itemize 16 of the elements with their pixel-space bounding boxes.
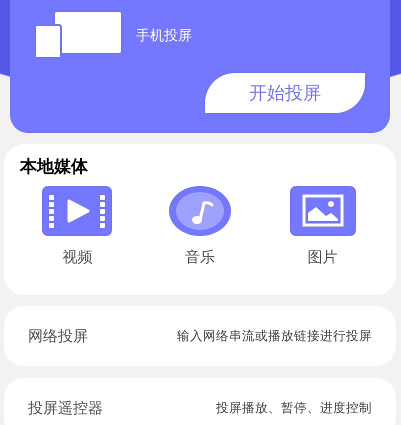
feature-title: 投屏遥控器 [28, 398, 103, 418]
feature-row[interactable]: 投屏遥控器 投屏播放、暂停、进度控制 [4, 378, 396, 425]
image-icon [290, 186, 356, 236]
video-icon [42, 186, 112, 236]
start-cast-button[interactable]: 开始投屏 [205, 73, 365, 113]
feature-title: 网络投屏 [28, 326, 88, 346]
feature-row[interactable]: 网络投屏 输入网络串流或播放链接进行投屏 [4, 306, 396, 366]
media-label: 音乐 [184, 248, 215, 267]
feature-description: 投屏播放、暂停、进度控制 [216, 400, 372, 416]
music-note-icon [168, 186, 231, 236]
hero-title: 手机投屏 [136, 26, 192, 44]
media-label: 图片 [308, 248, 338, 267]
media-label: 视频 [62, 248, 92, 267]
section-title: 本地媒体 [20, 156, 88, 178]
screen-cast-icon [35, 12, 122, 59]
feature-description: 输入网络串流或播放链接进行投屏 [177, 328, 372, 344]
